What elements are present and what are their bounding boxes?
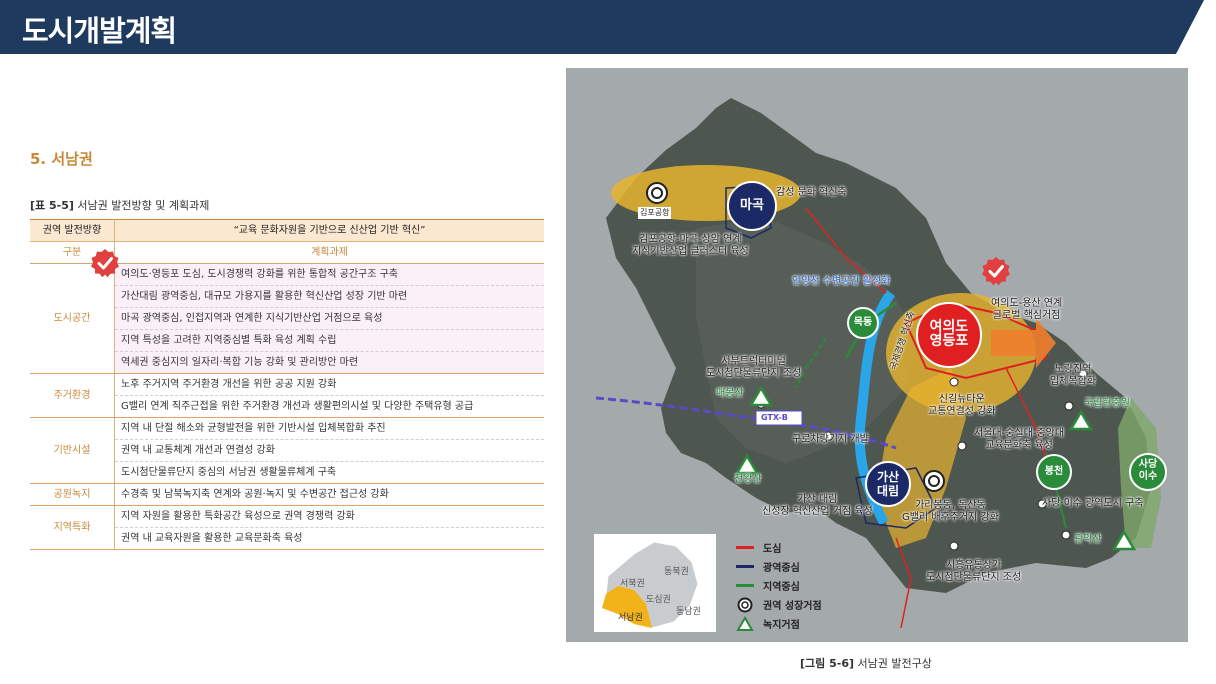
category-cell: 기반시설 (30, 417, 115, 484)
task-cell: 지역 자원을 활용한 특화공간 육성으로 권역 경쟁력 강화 (114, 505, 544, 528)
gangseo-culture-label: 감성 문화 혁신축 (776, 187, 847, 198)
inset-label: 서남권 (618, 613, 643, 623)
yeouido-link-label: 여의도-용산 연계 글로벌 핵심거점 (991, 298, 1063, 321)
figure-caption: [그림 5-6] 서남권 발전구상 (800, 655, 932, 671)
table-caption: [표 5-5] 서남권 발전방향 및 계획과제 (30, 197, 209, 213)
task-cell: 도시첨단물류단지 중심의 서남권 생활물류체계 구축 (114, 461, 544, 484)
page-header: 도시개발계획 (0, 0, 1216, 54)
location-dot-icon (949, 541, 959, 551)
bongcheon-label: 봉천 (1044, 466, 1064, 477)
yeouido-label: 여의도 영등포 (929, 319, 969, 349)
sadang-link-label: 사당·이수 광역도시 구축 (1042, 498, 1144, 509)
seobu-terminal-label: 서부트럭터미널 도시첨단물류단지 조성 (706, 356, 802, 379)
green-triangle-icon (736, 615, 754, 631)
checkmark-badge-icon (91, 249, 119, 278)
anyang-river-label: 안양천 수변공간 활성화 (792, 276, 891, 287)
inset-label: 동북권 (664, 567, 689, 577)
gwanak-label: 관악산 (1074, 534, 1102, 545)
task-cell: 수경축 및 남북녹지축 연계와 공원·녹지 및 수변공간 접근성 강화 (114, 483, 544, 506)
location-dot-icon (1064, 401, 1074, 411)
task-cell: 마곡 광역중심, 인접지역과 연계한 지식기반산업 거점으로 육성 (114, 307, 544, 330)
column-header-task: 계획과제 (114, 241, 544, 264)
checkmark-badge-icon (982, 257, 1010, 286)
legend-item: 녹지거점 (736, 614, 822, 633)
task-cell: 지역 특성을 고려한 지역중심별 특화 육성 계획 수립 (114, 329, 544, 352)
gasan-daerim-label: 가산·대림 신성장 혁신산업 거점 육성 (762, 494, 873, 517)
magok-label: 마곡 (740, 198, 764, 213)
gimpo-link-label: 김포공항-마곡-상암 연계 지식기반산업 클러스터 육성 (632, 234, 749, 257)
direction-label: 권역 발전방향 (30, 219, 115, 242)
map-legend: 도심 광역중심 지역중심 권역 성장거점 녹지거점 (736, 538, 822, 633)
table-caption-number: [표 5-5] (30, 199, 74, 212)
mokdong-label: 목동 (853, 317, 873, 328)
table-row: 기반시설 지역 내 단절 해소와 균형발전을 위한 기반시설 입체복합화 추진 (30, 417, 544, 484)
seoul-univ-label: 서울대-숭실대-중앙대 교육문화축 육성 (974, 428, 1065, 451)
legend-item: 광역중심 (736, 557, 822, 576)
task-cell: 역세권 중심지의 일자리·복합 기능 강화 및 관리방안 마련 (114, 351, 544, 374)
task-cell: 권역 내 교육자원을 활용한 교육문화축 육성 (114, 527, 544, 550)
noryangjin-label: 노량진역 입체복합화 (1050, 364, 1096, 387)
figure-caption-text: 서남권 발전구상 (857, 657, 932, 670)
page-title: 도시개발계획 (22, 14, 177, 48)
red-line-icon (736, 546, 754, 549)
locator-map (602, 541, 699, 629)
gimpo-airport-label: 김포공항 (638, 207, 672, 219)
table-row: 지역특화 지역 자원을 활용한 특화공간 육성으로 권역 경쟁력 강화 (30, 505, 544, 550)
task-cell: 권역 내 교통체계 개선과 연결성 강화 (114, 439, 544, 462)
seoul-locator-inset: 서북권 동북권 도심권 동남권 서남권 (594, 534, 716, 632)
task-cell: 여의도·영등포 도심, 도시경쟁력 강화를 위한 통합적 공간구조 구축 (114, 263, 544, 286)
siheung-label: 시흥유통상가 도시첨단물류단지 조성 (926, 560, 1022, 583)
singil-label: 신길뉴타운 교통연결성 강화 (928, 394, 996, 417)
header-band (0, 0, 1204, 54)
section-title: 5. 서남권 (30, 150, 93, 168)
location-dot-icon (949, 377, 959, 387)
growth-hub-icon (646, 182, 668, 204)
category-cell: 도시공간 (30, 263, 115, 374)
direction-row: 권역 발전방향 “교육 문화자원을 기반으로 신산업 기반 혁신” (30, 219, 544, 242)
category-cell: 주거환경 (30, 373, 115, 418)
legend-item: 도심 (736, 538, 822, 557)
inset-label: 도심권 (646, 595, 671, 605)
location-dot-icon (1061, 530, 1071, 540)
legend-item: 지역중심 (736, 576, 822, 595)
direction-value: “교육 문화자원을 기반으로 신산업 기반 혁신” (114, 219, 544, 242)
task-cell: G밸리 연계 직주근접을 위한 주거환경 개선과 생활편의시설 및 다양한 주택… (114, 395, 544, 418)
navy-line-icon (736, 565, 754, 568)
legend-item: 권역 성장거점 (736, 595, 822, 614)
table-caption-text: 서남권 발전방향 및 계획과제 (77, 199, 210, 212)
inset-label: 동남권 (676, 607, 701, 617)
maebong-label: 매봉산 (716, 388, 744, 399)
task-cell: 지역 내 단절 해소와 균형발전을 위한 기반시설 입체복합화 추진 (114, 417, 544, 440)
location-dot-icon (957, 441, 967, 451)
national-cemetery-label: 국립현충원 (1084, 398, 1130, 409)
sadang-label: 사당 이수 (1138, 459, 1158, 482)
cheonwang-label: 천왕산 (734, 474, 762, 485)
inset-label: 서북권 (620, 579, 645, 589)
gtxb-label: GTX-B (761, 413, 788, 422)
task-cell: 노후 주거지역 주거환경 개선을 위한 공공 지원 강화 (114, 373, 544, 396)
garibong-label: 가리봉동, 독산동 G밸리 배후주거지 강화 (902, 500, 999, 523)
table-row: 주거환경 노후 주거지역 주거환경 개선을 위한 공공 지원 강화 (30, 373, 544, 418)
category-cell: 공원녹지 (30, 483, 115, 506)
table-row: 공원녹지 수경축 및 남북녹지축 연계와 공원·녹지 및 수변공간 접근성 강화 (30, 483, 544, 506)
double-ring-icon (737, 597, 753, 612)
task-cell: 가산대림 광역중심, 대규모 가용지를 활용한 혁신산업 성장 기반 마련 (114, 285, 544, 308)
growth-hub-icon (923, 470, 945, 492)
category-cell: 지역특화 (30, 505, 115, 550)
figure-caption-number: [그림 5-6] (800, 657, 854, 670)
guro-depot-label: 구로차량기지 개발 (792, 434, 869, 445)
green-line-icon (736, 584, 754, 587)
